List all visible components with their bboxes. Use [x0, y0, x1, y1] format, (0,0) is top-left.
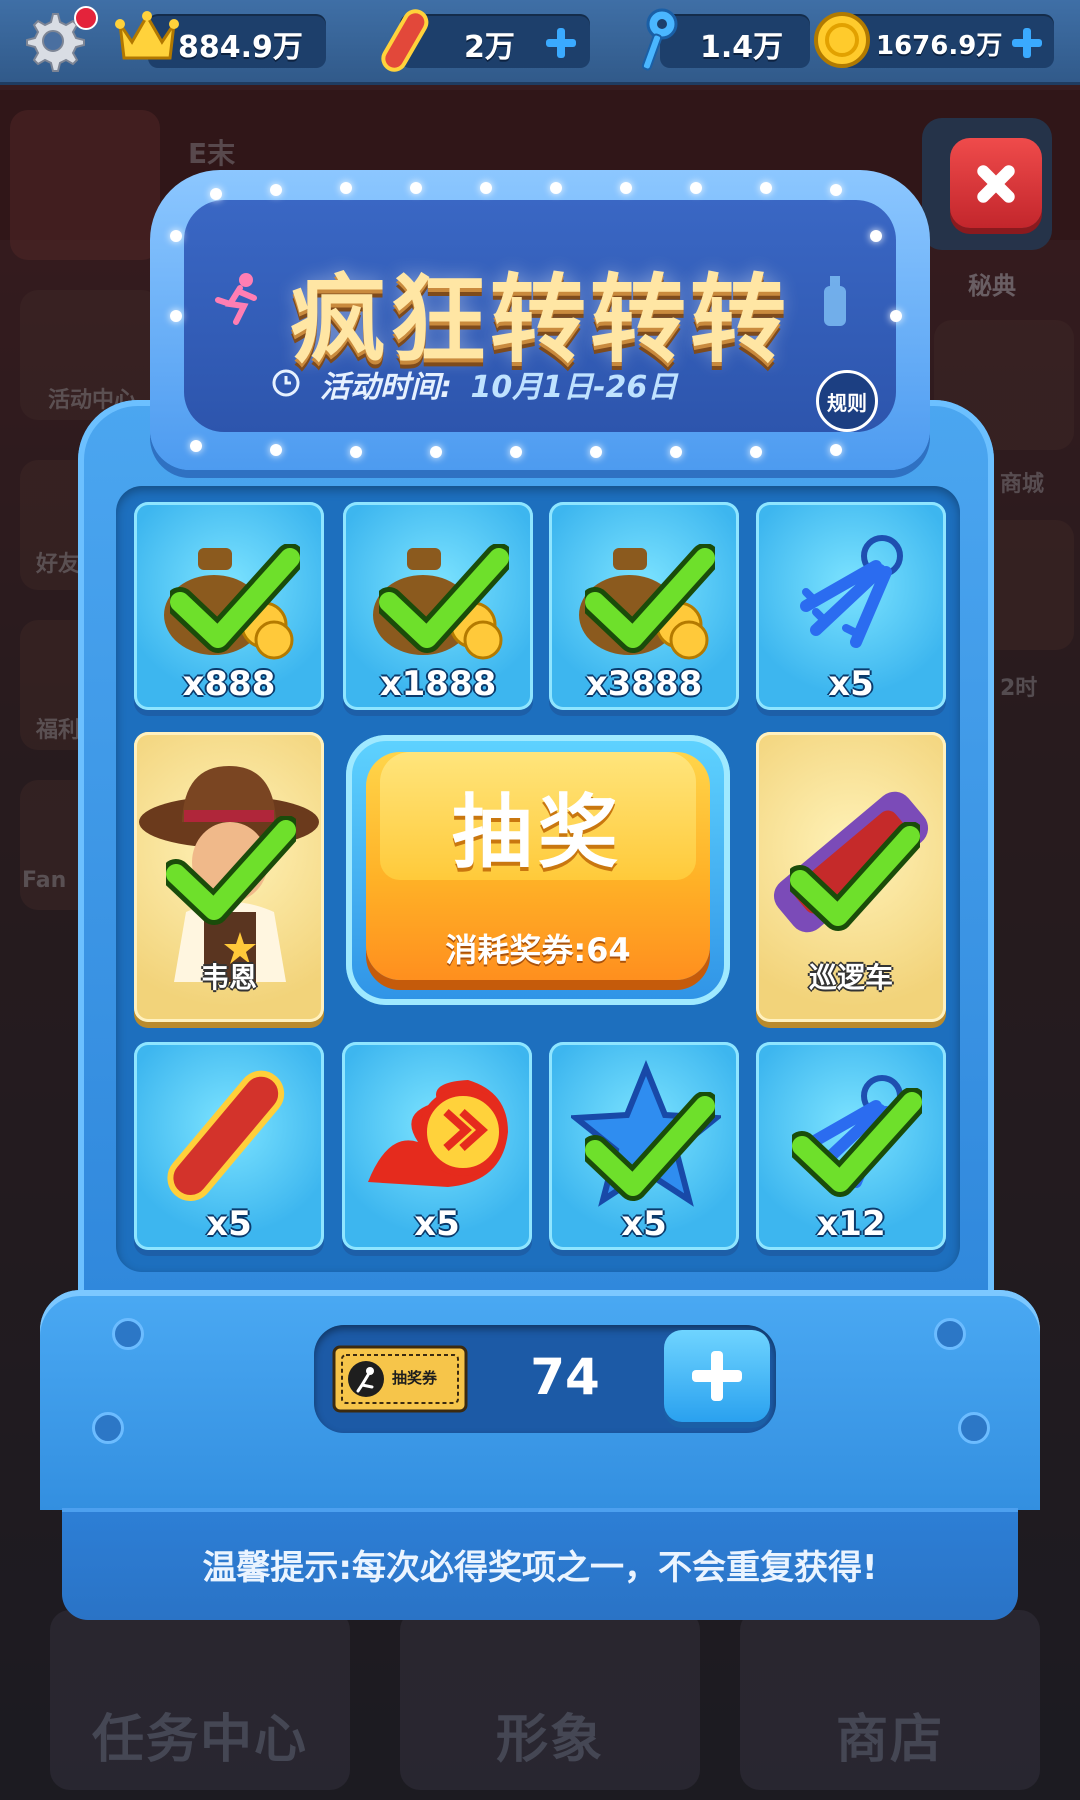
prize-tile: x1888: [343, 502, 533, 710]
rules-button[interactable]: 规则: [816, 370, 878, 432]
claimed-check-icon: [585, 1092, 715, 1201]
light-bulb: [620, 182, 632, 194]
notification-dot: [74, 6, 98, 30]
prize-name: 韦恩: [200, 961, 257, 994]
prize-quantity: x5: [828, 664, 874, 704]
light-bulb: [350, 446, 362, 458]
light-bulb: [550, 182, 562, 194]
prize-quantity: x3888: [585, 664, 703, 704]
draw-cost: 消耗奖券:64: [445, 931, 631, 969]
light-bulb: [870, 230, 882, 242]
red-board-icon: [167, 1070, 285, 1201]
alarm-clock-icon: [272, 369, 300, 397]
ticket-icon-text: 抽奖券: [392, 1369, 438, 1387]
claimed-check-icon: [379, 544, 509, 653]
light-bulb: [210, 188, 222, 200]
light-bulb: [410, 182, 422, 194]
claimed-check-icon: [170, 544, 300, 653]
coin-value: 1676.9万: [876, 31, 1003, 61]
light-bulb: [690, 182, 702, 194]
event-sign: 疯狂转转转 活动时间: 10月1日-26日 规则: [150, 170, 930, 470]
coin-pill: 1676.9万: [840, 14, 1054, 68]
claimed-check-icon: [792, 1088, 922, 1197]
light-bulb: [430, 446, 442, 458]
ticket-icon: 抽奖券: [332, 1345, 468, 1413]
light-bulb: [670, 446, 682, 458]
prize-tile: x5: [756, 502, 946, 710]
prize-tile: x3888: [549, 502, 739, 710]
key-currency-icon: [641, 8, 678, 71]
claimed-check-icon: [790, 822, 920, 931]
light-bulb: [340, 182, 352, 194]
prize-tile: 韦恩: [134, 732, 324, 1022]
prize-tile: 巡逻车: [756, 732, 946, 1022]
event-time-value: 10月1日-26日: [470, 370, 678, 405]
draw-button-label: 抽奖: [452, 786, 624, 879]
light-bulb: [190, 440, 202, 452]
prize-tile: x5: [134, 1042, 324, 1250]
add-board-icon[interactable]: [542, 24, 580, 62]
event-title: 疯狂转转转: [290, 264, 790, 376]
fire-boost-icon: [368, 1080, 508, 1187]
light-bulb: [590, 446, 602, 458]
event-time: 活动时间: 10月1日-26日: [320, 362, 677, 406]
prize-quantity: x888: [182, 664, 276, 704]
light-bulb: [510, 446, 522, 458]
prize-quantity: x1888: [379, 664, 497, 704]
trophy-value: 884.9万: [178, 30, 303, 65]
prize-quantity: x12: [816, 1204, 886, 1244]
hoverboard-currency-icon: [381, 9, 429, 72]
light-bulb: [270, 184, 282, 196]
prize-tile: x5: [549, 1042, 739, 1250]
prize-tile: x888: [134, 502, 324, 710]
tip-text: 温馨提示:每次必得奖项之一，不会重复获得!: [202, 1548, 878, 1588]
prize-quantity: x5: [206, 1204, 252, 1244]
close-button[interactable]: [950, 138, 1042, 228]
light-bulb: [480, 182, 492, 194]
currency-bar: 884.9万 2万 1.4万 1676.9万: [0, 0, 1080, 85]
screw: [958, 1412, 990, 1444]
crown-icon: [115, 11, 179, 60]
light-bulb: [830, 184, 842, 196]
prize-tile: x12: [756, 1042, 946, 1250]
claimed-check-icon: [166, 816, 296, 925]
key-value: 1.4万: [700, 30, 784, 65]
screw: [112, 1318, 144, 1350]
key-bundle-icon: [800, 535, 903, 648]
light-bulb: [750, 446, 762, 458]
prize-quantity: x5: [621, 1204, 667, 1244]
ticket-count: 74: [530, 1348, 600, 1406]
light-bulb: [170, 230, 182, 242]
add-ticket-button[interactable]: [664, 1330, 770, 1422]
light-bulb: [830, 444, 842, 456]
screw: [934, 1318, 966, 1350]
board-value: 2万: [464, 30, 515, 65]
screw: [92, 1412, 124, 1444]
prize-tile: x5: [342, 1042, 532, 1250]
event-time-label: 活动时间:: [320, 370, 452, 405]
prize-quantity: x5: [414, 1204, 460, 1244]
coin-icon: [814, 12, 870, 68]
light-bulb: [760, 182, 772, 194]
prize-name: 巡逻车: [808, 961, 893, 994]
light-bulb: [270, 444, 282, 456]
add-coin-icon[interactable]: [1008, 24, 1046, 62]
claimed-check-icon: [585, 544, 715, 653]
